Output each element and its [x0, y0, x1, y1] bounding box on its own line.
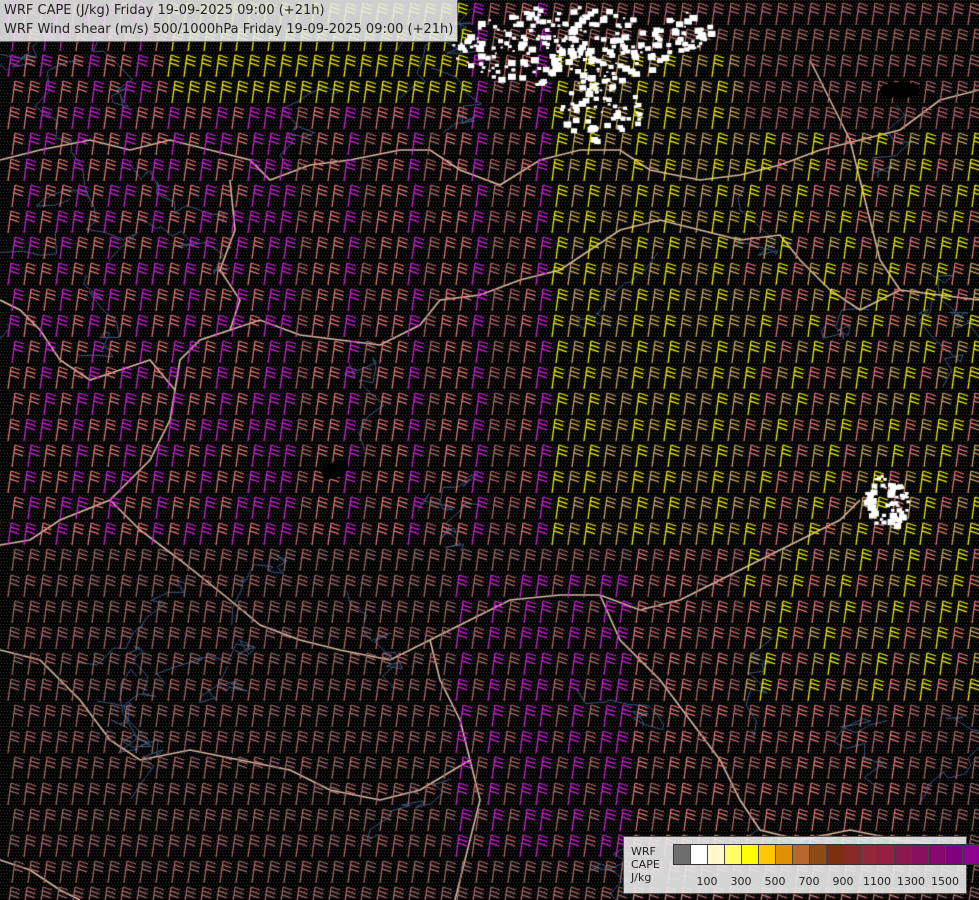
- legend-swatch: [759, 845, 776, 864]
- map-title: WRF CAPE (J/kg) Friday 19-09-2025 09:00 …: [0, 0, 459, 42]
- legend-tick-label: 100: [696, 875, 718, 888]
- legend-swatch: [674, 845, 691, 864]
- legend-tick-label: 1500: [931, 875, 959, 888]
- cape-title: WRF CAPE (J/kg) Friday 19-09-2025 09:00 …: [4, 3, 325, 18]
- legend-swatch: [929, 845, 946, 864]
- wind-shear-barb-map[interactable]: [0, 0, 979, 900]
- legend-tick-labels: 100 300 500 700 900 1100 1300 1500: [673, 875, 963, 889]
- legend-tick-label: 500: [764, 875, 786, 888]
- legend-swatch: [793, 845, 810, 864]
- legend-swatch: [861, 845, 878, 864]
- legend-tick-label: 1300: [897, 875, 925, 888]
- legend-swatch: [725, 845, 742, 864]
- legend-unit-label: J/kg: [631, 871, 652, 884]
- legend-swatch: [895, 845, 912, 864]
- legend-swatch: [827, 845, 844, 864]
- legend-swatch: [810, 845, 827, 864]
- legend-swatch: [912, 845, 929, 864]
- legend-tick-label: 1100: [863, 875, 891, 888]
- legend-swatch: [963, 845, 979, 864]
- legend-variable-label: CAPE: [631, 858, 660, 871]
- legend-color-scale: [673, 844, 979, 865]
- legend-swatch: [878, 845, 895, 864]
- legend-swatch: [844, 845, 861, 864]
- legend-tick-label: 700: [798, 875, 820, 888]
- legend-tick-label: 900: [832, 875, 854, 888]
- legend-swatch: [742, 845, 759, 864]
- cape-legend: WRF CAPE J/kg 100 300 500 700 900 1100 1300 150…: [623, 836, 979, 894]
- legend-swatch: [946, 845, 963, 864]
- legend-tick-label: 300: [730, 875, 752, 888]
- legend-swatch: [708, 845, 725, 864]
- legend-swatch: [776, 845, 793, 864]
- wind-shear-title: WRF Wind shear (m/s) 500/1000hPa Friday …: [4, 22, 454, 37]
- legend-labels: WRF CAPE J/kg: [631, 845, 660, 884]
- legend-model-label: WRF: [631, 845, 656, 858]
- legend-swatch: [691, 845, 708, 864]
